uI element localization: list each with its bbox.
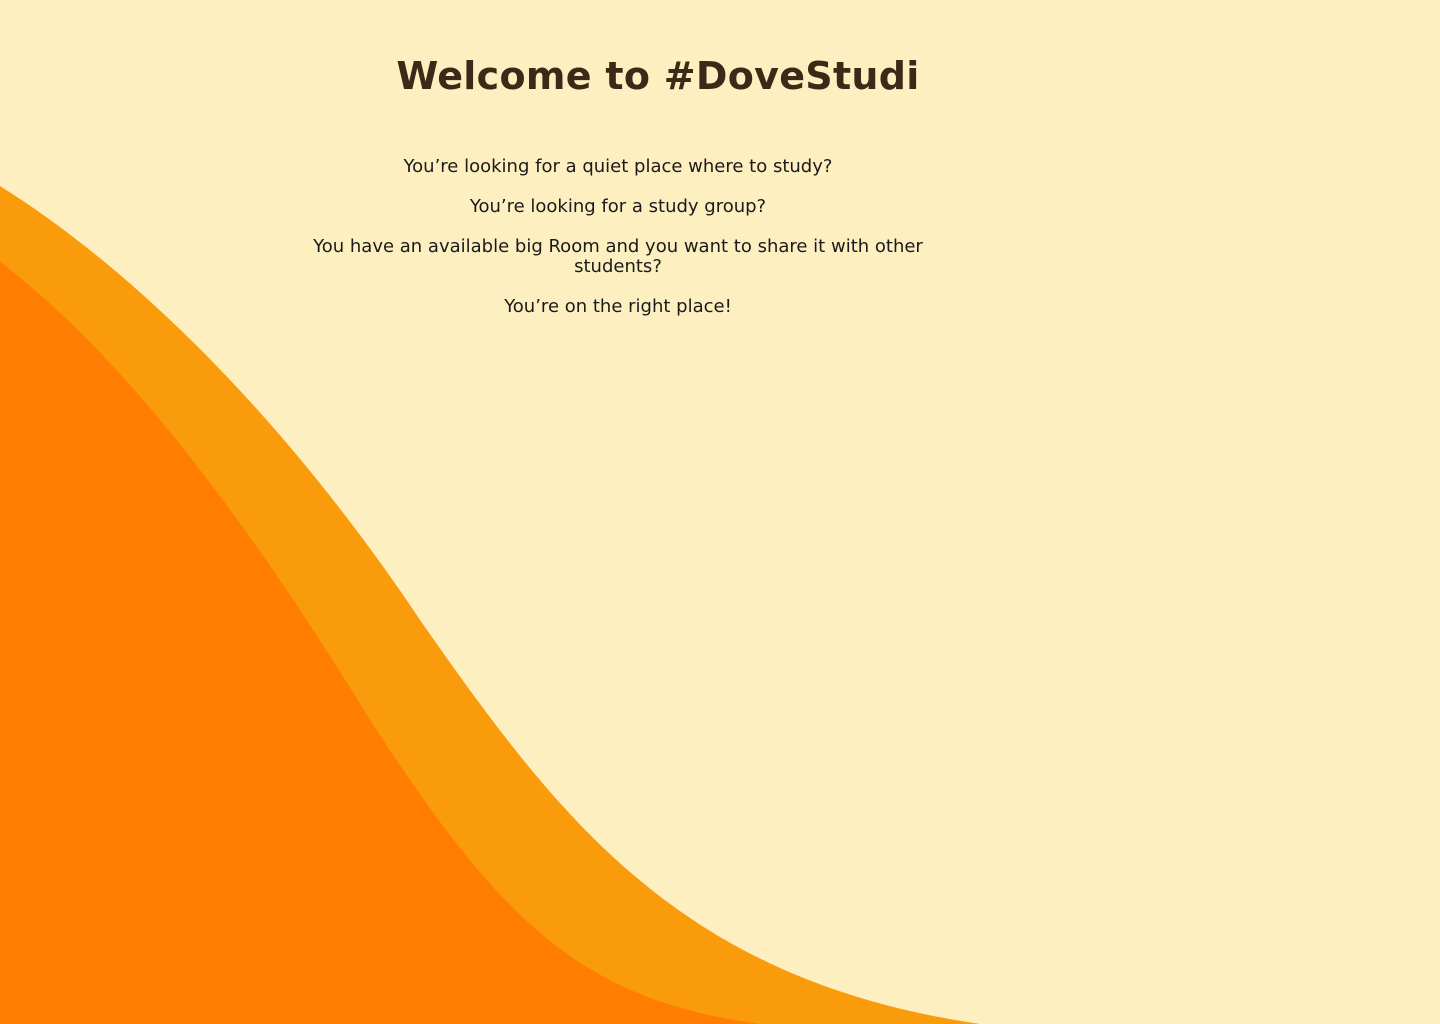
intro-line-right-place: You’re on the right place!	[504, 296, 732, 317]
intro-line-study-group: You’re looking for a study group?	[469, 196, 767, 217]
welcome-section: Welcome to #DoveStudi You’re looking for…	[0, 0, 1440, 1024]
page-title: Welcome to #DoveStudi	[396, 54, 920, 98]
intro-line-share-room: You have an available big Room and you w…	[313, 236, 923, 277]
intro-line-quiet-place: You’re looking for a quiet place where t…	[403, 156, 833, 177]
